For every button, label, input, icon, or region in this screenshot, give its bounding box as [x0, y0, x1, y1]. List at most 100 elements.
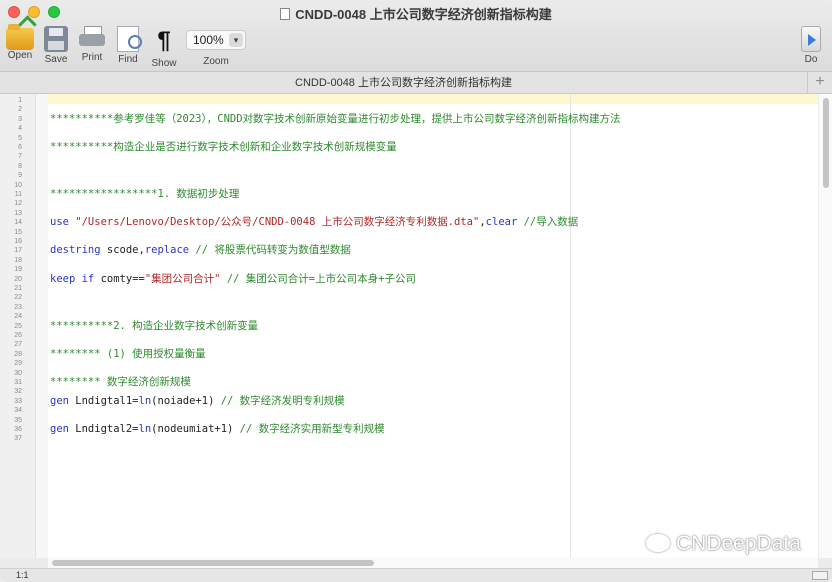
- pilcrow-icon: ¶: [157, 27, 171, 54]
- code-line[interactable]: 36 gen Lndigtal2=ln(nodeumiat+1) // 数字经济实…: [0, 423, 818, 435]
- code-line[interactable]: 18: [0, 256, 818, 265]
- code-line[interactable]: 3 **********参考罗佳等（2023），CNDD对数字技术创新原始变量进行…: [0, 112, 818, 125]
- line-number: 30: [14, 369, 22, 377]
- vertical-scroll-thumb[interactable]: [823, 98, 829, 188]
- watermark-text: CNDeepData: [676, 532, 801, 555]
- comment-text: ******** (1) 使用授权量衡量: [50, 347, 206, 360]
- horizontal-scrollbar[interactable]: [48, 558, 818, 568]
- find-magnifier-icon: [117, 26, 142, 52]
- code-line[interactable]: 17 destring scode,replace // 将股票代码转变为数值型数…: [0, 244, 818, 257]
- line-number: 7: [18, 153, 22, 161]
- keyword-token: ln: [138, 423, 152, 435]
- do-label: Do: [804, 54, 818, 65]
- code-line[interactable]: 7: [0, 152, 818, 161]
- window-title: CNDD-0048 上市公司数字经济创新指标构建: [0, 4, 832, 23]
- code-line[interactable]: 37: [0, 434, 818, 443]
- code-line[interactable]: 1: [0, 96, 818, 105]
- title-bar: CNDD-0048 上市公司数字经济创新指标构建 Open Save Print…: [0, 0, 832, 72]
- save-disk-icon: [44, 26, 68, 52]
- code-line[interactable]: 31 ******** 数字经济创新规模: [0, 376, 818, 388]
- code-line[interactable]: 22: [0, 293, 818, 302]
- print-button[interactable]: Print: [74, 26, 110, 64]
- code-line[interactable]: 28 ******** (1) 使用授权量衡量: [0, 347, 818, 360]
- line-number: 21: [14, 285, 22, 292]
- line-number: 15: [14, 228, 22, 236]
- status-bar: 1:1: [0, 568, 832, 582]
- code-line[interactable]: 25 **********2. 构造企业数字技术创新变量: [0, 319, 818, 332]
- line-number: 25: [14, 322, 22, 330]
- string-token: "/Users/Lenovo/Desktop/公众号/CNDD-0048 上市公…: [68, 216, 480, 229]
- code-line[interactable]: 33 gen Lndigtal1=ln(noiade+1) // 数字经济发明专利…: [0, 394, 818, 407]
- line-number: 19: [14, 266, 22, 274]
- text-token: (noiade+1): [151, 394, 215, 407]
- vertical-scrollbar[interactable]: [818, 94, 832, 558]
- open-button[interactable]: Open: [2, 24, 38, 62]
- line-number: 11: [14, 191, 22, 198]
- zoom-select[interactable]: 100% ▾: [186, 30, 246, 50]
- line-number: 18: [14, 256, 22, 264]
- line-number: 6: [18, 144, 22, 151]
- code-line[interactable]: 9: [0, 171, 818, 180]
- open-label: Open: [7, 50, 33, 61]
- find-button[interactable]: Find: [110, 26, 146, 66]
- line-number: 2: [18, 106, 22, 114]
- text-token: scode,: [100, 244, 145, 257]
- code-line[interactable]: 14 use "/Users/Lenovo/Desktop/公众号/CNDD-00…: [0, 216, 818, 229]
- line-number: 33: [14, 397, 22, 405]
- code-line[interactable]: 11 *****************1. 数据初步处理: [0, 188, 818, 200]
- comment-text: **********参考罗佳等（2023），CNDD对数字技术创新原始变量进行初…: [50, 112, 621, 125]
- comment-token: // 将股票代码转变为数值型数据: [189, 244, 351, 257]
- tab-document[interactable]: CNDD-0048 上市公司数字经济创新指标构建: [0, 72, 808, 94]
- line-number: 9: [18, 172, 22, 180]
- line-number: 22: [14, 294, 22, 302]
- print-label: Print: [81, 52, 103, 63]
- comment-token: // 集团公司合计=上市公司本身+子公司: [220, 272, 416, 285]
- text-token: comty==: [94, 272, 145, 285]
- code-line[interactable]: 4: [0, 124, 818, 133]
- text-token: Lndigtal1=: [68, 394, 139, 407]
- keyword-token: ln: [138, 394, 152, 407]
- code-line[interactable]: 26: [0, 331, 818, 340]
- code-line[interactable]: 20 keep if comty=="集团公司合计" // 集团公司合计=上市公司…: [0, 272, 818, 285]
- line-number: 35: [14, 416, 22, 424]
- comment-text: **********构造企业是否进行数字技术创新和企业数字技术创新规模变量: [50, 141, 397, 153]
- code-line[interactable]: 12: [0, 199, 818, 208]
- add-tab-button[interactable]: +: [808, 72, 832, 94]
- keyword-token: destring: [50, 244, 101, 257]
- resize-grip-icon[interactable]: [812, 571, 828, 580]
- code-line[interactable]: 15: [0, 228, 818, 237]
- keyword-token: gen: [50, 423, 69, 435]
- save-button[interactable]: Save: [38, 26, 74, 66]
- printer-icon: [79, 26, 105, 50]
- line-number: 29: [14, 360, 22, 368]
- line-number: 5: [18, 134, 22, 142]
- comment-token: // 数字经济发明专利规模: [214, 394, 345, 407]
- line-number: 34: [14, 407, 22, 415]
- comment-text: **********2. 构造企业数字技术创新变量: [50, 319, 259, 332]
- do-button[interactable]: Do: [796, 26, 826, 65]
- comment-text: *****************1. 数据初步处理: [50, 188, 240, 200]
- horizontal-scroll-thumb[interactable]: [52, 560, 374, 566]
- code-line[interactable]: 21: [0, 284, 818, 293]
- line-number: 24: [14, 313, 22, 321]
- keyword-token: replace: [144, 244, 190, 257]
- line-number: 27: [14, 341, 22, 349]
- line-number: 3: [18, 115, 22, 123]
- code-line[interactable]: 8: [0, 162, 818, 171]
- zoom-label: Zoom: [203, 56, 229, 67]
- code-line[interactable]: 23: [0, 303, 818, 312]
- line-number: 13: [14, 209, 22, 217]
- keyword-token: use: [50, 216, 69, 229]
- code-editor[interactable]: 1 2 3 **********参考罗佳等（2023），CNDD对数字技术创新原始变量…: [0, 94, 832, 558]
- code-line[interactable]: 6 **********构造企业是否进行数字技术创新和企业数字技术创新规模变量: [0, 141, 818, 153]
- show-button[interactable]: ¶ Show: [146, 26, 182, 70]
- text-token: Lndigtal2=: [68, 423, 139, 435]
- code-line[interactable]: 29: [0, 359, 818, 368]
- line-number: 10: [14, 181, 22, 189]
- watermark: CNDeepData: [646, 532, 801, 556]
- comment-token: //导入数据: [517, 216, 579, 229]
- cursor-position: 1:1: [16, 570, 29, 580]
- line-number: 1: [18, 97, 22, 104]
- line-number: 16: [14, 238, 22, 245]
- code-line[interactable]: 34: [0, 406, 818, 415]
